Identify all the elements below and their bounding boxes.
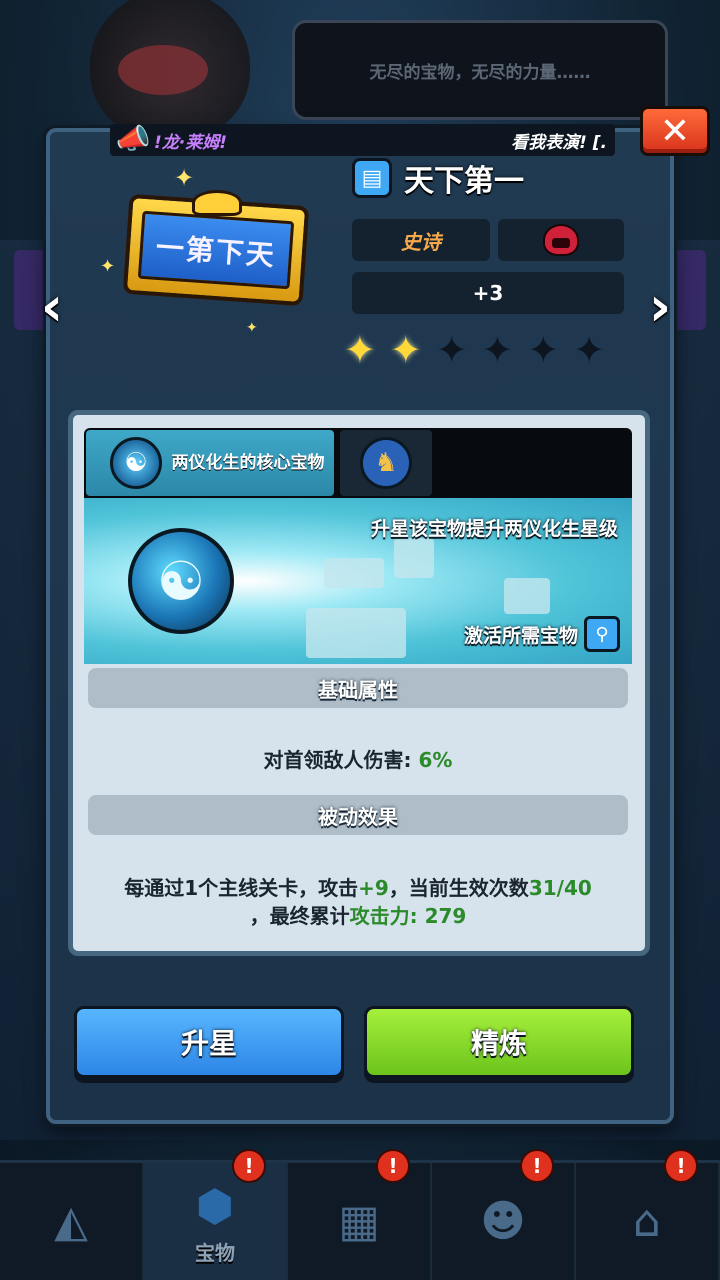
deer-icon: ♞ [360, 437, 412, 489]
refine-button[interactable]: 精炼 [364, 1006, 634, 1078]
floating-rock [306, 608, 406, 658]
sparkle-icon: ✦ [246, 320, 258, 336]
passive-effect-line-2: ，最终累计攻击力: 279 [88, 900, 628, 929]
total-attack-value: 攻击力: 279 [349, 904, 467, 928]
base-attributes-header: 基础属性 [88, 668, 628, 708]
treasure-banner: ☯ 升星该宝物提升两仪化生星级 激活所需宝物 ⚲ [84, 498, 632, 664]
previous-arrow-icon[interactable]: ‹ [32, 280, 72, 334]
passive-effect-header: 被动效果 [88, 795, 628, 835]
nav-item-hero[interactable]: ! ☻ [432, 1149, 576, 1280]
monster-mouth-icon [543, 224, 579, 256]
tab-deer[interactable]: ♞ [340, 430, 432, 496]
notification-badge: ! [520, 1149, 554, 1183]
passive-effect-line-1: 每通过1个主线关卡，攻击+9，当前生效次数31/40 [88, 872, 628, 901]
nav-item-crystal[interactable]: ◭ [0, 1163, 144, 1280]
book-icon[interactable]: ▤ [352, 158, 392, 198]
plaque-inscription: 一第下天 [137, 210, 295, 290]
star-up-button[interactable]: 升星 [74, 1006, 344, 1078]
notification-badge: ! [376, 1149, 410, 1183]
ticker-left-text: !龙·莱姆! [154, 132, 227, 153]
hero-icon: ☻ [480, 1195, 526, 1247]
sparkle-icon: ✦ [100, 256, 116, 277]
search-icon[interactable]: ⚲ [584, 616, 620, 652]
treasure-artwork: 一第下天 ✦ ✦ ✦ [96, 160, 326, 340]
boss-damage-value: 6% [418, 748, 453, 772]
star-empty-icon: ✦ [573, 328, 606, 372]
upgrade-hint: 升星该宝物提升两仪化生星级 [370, 518, 618, 540]
star-filled-icon: ✦ [389, 328, 422, 372]
activate-required-link[interactable]: 激活所需宝物 ⚲ [464, 616, 620, 652]
yin-yang-icon: ☯ [110, 437, 162, 489]
shop-icon: ⌂ [633, 1195, 661, 1247]
sparkle-icon: ✦ [174, 164, 195, 192]
notification-badge: ! [664, 1149, 698, 1183]
treasure-title-row: ▤ 天下第一 [352, 156, 524, 200]
passive-text: ，最终累计 [249, 904, 350, 928]
nav-item-shop[interactable]: ! ⌂ [576, 1149, 720, 1280]
nav-label: 宝物 [195, 1241, 235, 1265]
nav-item-map[interactable]: ! ▦ [288, 1149, 432, 1280]
type-tag [498, 219, 624, 261]
star-empty-icon: ✦ [481, 328, 514, 372]
star-filled-icon: ✦ [344, 328, 376, 372]
plaque-crest [192, 190, 242, 216]
star-rating: ✦ ✦ ✦ ✦ ✦ ✦ [344, 328, 605, 372]
bottom-navigation: ◭ ! ⬢ 宝物 ! ▦ ! ☻ ! ⌂ [0, 1149, 720, 1280]
ticker-right-text: 看我表演! [. [511, 132, 607, 153]
rarity-tag: 史诗 [352, 219, 490, 261]
level-tag: +3 [352, 272, 624, 314]
treasure-name: 天下第一 [404, 164, 524, 199]
close-button[interactable]: ✕ [640, 106, 710, 156]
announcement-ticker: !龙·莱姆! 看我表演! [. [110, 124, 615, 156]
speech-bubble: 无尽的宝物，无尽的力量…… [292, 20, 668, 120]
yin-yang-orb-icon: ☯ [128, 528, 234, 634]
crystal-icon: ◭ [54, 1195, 88, 1247]
star-empty-icon: ✦ [435, 328, 468, 372]
notification-badge: ! [232, 1149, 266, 1183]
passive-text: ，当前生效次数 [388, 876, 529, 900]
floating-rock [394, 538, 434, 578]
star-empty-icon: ✦ [527, 328, 560, 372]
boss-damage-label: 对首领敌人伤害: [263, 748, 412, 772]
floating-rock [324, 558, 384, 588]
map-icon: ▦ [338, 1195, 380, 1247]
activate-required-label: 激活所需宝物 [463, 624, 578, 647]
floating-rock [504, 578, 550, 614]
tab-core-treasure-label: 两仪化生的核心宝物 [171, 453, 325, 473]
nav-item-treasure[interactable]: ! ⬢ 宝物 [144, 1149, 288, 1280]
treasure-shield-icon: ⬢ [195, 1181, 235, 1232]
next-arrow-icon[interactable]: › [640, 280, 680, 334]
trigger-count-value: 31/40 [528, 876, 592, 900]
tab-core-treasure[interactable]: ☯ 两仪化生的核心宝物 [86, 430, 334, 496]
megaphone-icon: 📣 [115, 121, 151, 155]
attack-bonus-value: +9 [358, 876, 389, 900]
boss-damage-stat: 对首领敌人伤害: 6% [88, 744, 628, 773]
passive-text: 每通过1个主线关卡，攻击 [124, 876, 359, 900]
